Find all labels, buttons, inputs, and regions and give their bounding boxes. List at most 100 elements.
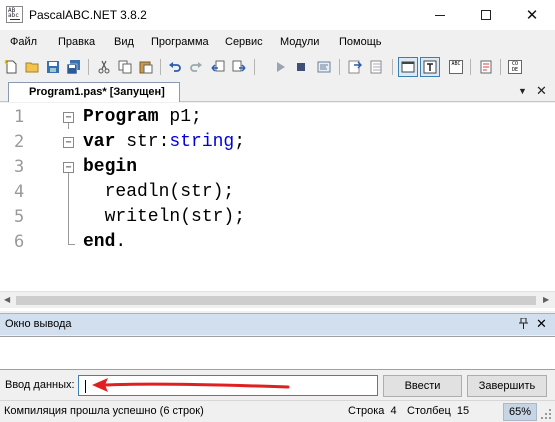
- close-button[interactable]: ✕: [509, 0, 555, 30]
- cursor-row: Строка 4: [348, 405, 397, 417]
- scroll-right-icon[interactable]: ▶: [543, 295, 549, 304]
- fold-guide: [68, 173, 69, 245]
- new-file-button[interactable]: [1, 57, 21, 77]
- document-tab-strip: Program1.pas* [Запущен] •: [0, 80, 555, 177]
- code-line-6: end.: [83, 232, 126, 252]
- code-text: str:: [115, 132, 170, 152]
- fold-collapse-icon[interactable]: −: [63, 112, 74, 123]
- code-text: writeln(str);: [83, 207, 246, 227]
- cut-icon: [98, 60, 110, 74]
- type-keyword: string: [169, 132, 235, 152]
- menu-bar: Файл Правка Вид Программа Сервис Модули …: [0, 30, 555, 54]
- pin-icon[interactable]: [519, 317, 528, 332]
- keyword: var: [83, 132, 116, 152]
- menu-service[interactable]: Сервис: [225, 36, 263, 48]
- debug-step-over-icon: [370, 60, 382, 74]
- code-line-3: begin: [83, 157, 137, 177]
- text-toggle[interactable]: [420, 57, 440, 77]
- debug-step-over-button[interactable]: [367, 57, 387, 77]
- menu-file[interactable]: Файл: [10, 36, 37, 48]
- tab-close-icon[interactable]: ✕: [536, 83, 547, 99]
- window-title: PascalABC.NET 3.8.2: [29, 8, 147, 22]
- input-label: Ввод данных:: [5, 379, 75, 391]
- paste-icon: [139, 61, 153, 74]
- menu-view[interactable]: Вид: [114, 36, 134, 48]
- code-line-4: readln(str);: [83, 182, 235, 202]
- output-panel-title: Окно вывода: [5, 318, 72, 330]
- minimize-icon: [435, 14, 445, 16]
- cut-button[interactable]: [94, 57, 114, 77]
- menu-help[interactable]: Помощь: [339, 36, 382, 48]
- format-icon: [480, 60, 492, 74]
- close-output-icon[interactable]: ✕: [536, 316, 547, 332]
- stop-button[interactable]: [291, 57, 311, 77]
- navigate-back-button[interactable]: [208, 57, 228, 77]
- tab-program1[interactable]: Program1.pas* [Запущен]: [8, 82, 180, 102]
- compile-icon: [317, 61, 331, 73]
- open-button[interactable]: [22, 57, 42, 77]
- toolbar: ABC CO DE: [0, 54, 555, 80]
- redo-button[interactable]: [186, 57, 206, 77]
- compile-button[interactable]: [314, 57, 334, 77]
- save-icon: [47, 61, 59, 73]
- code-button[interactable]: CO DE: [505, 57, 525, 77]
- code-text: .: [115, 232, 127, 252]
- output-window-toggle[interactable]: [398, 57, 418, 77]
- keyword: begin: [83, 157, 138, 177]
- enter-button[interactable]: Ввести: [383, 375, 462, 397]
- copy-icon: [118, 60, 132, 74]
- horizontal-scrollbar[interactable]: ◀ ▶: [0, 291, 555, 308]
- code-line-2: var str:string;: [83, 132, 245, 152]
- code-line-5: writeln(str);: [83, 207, 245, 227]
- keyword: Program: [83, 107, 159, 127]
- app-logo-text-2: abc: [8, 12, 19, 19]
- undo-icon: [169, 62, 181, 72]
- menu-modules[interactable]: Модули: [280, 36, 319, 48]
- cursor-column: Столбец 15: [407, 405, 469, 417]
- title-bar: AB abc PascalABC.NET 3.8.2 ✕: [0, 0, 555, 30]
- menu-edit[interactable]: Правка: [58, 36, 95, 48]
- maximize-button[interactable]: [463, 0, 509, 30]
- run-button[interactable]: [270, 57, 290, 77]
- tab-label: Program1.pas* [Запущен]: [29, 86, 165, 98]
- zoom-level[interactable]: 65%: [503, 403, 537, 421]
- abc-button[interactable]: ABC: [446, 57, 466, 77]
- debug-step-icon: [348, 60, 362, 74]
- line-number: 5: [14, 207, 25, 227]
- text-caret: [85, 380, 86, 393]
- row-label: Строка: [348, 405, 385, 417]
- scroll-left-icon[interactable]: ◀: [4, 295, 10, 304]
- redo-icon: [190, 62, 202, 72]
- save-button[interactable]: [43, 57, 63, 77]
- menu-program[interactable]: Программа: [151, 36, 209, 48]
- undo-button[interactable]: [165, 57, 185, 77]
- minimize-button[interactable]: [417, 0, 463, 30]
- code-text: readln(str);: [83, 182, 235, 202]
- navigate-back-icon: [211, 60, 225, 72]
- fold-collapse-icon[interactable]: −: [63, 137, 74, 148]
- code-editor[interactable]: 1 2 3 4 5 6 − − − Program p1; var str:st…: [0, 103, 555, 311]
- line-number: 6: [14, 232, 25, 252]
- new-file-icon: [4, 60, 17, 74]
- tab-list-dropdown-icon[interactable]: ▼: [518, 86, 527, 96]
- stop-icon: [297, 63, 305, 71]
- maximize-icon: [481, 10, 491, 20]
- navigate-forward-button[interactable]: [229, 57, 249, 77]
- copy-button[interactable]: [115, 57, 135, 77]
- app-logo-icon: AB abc: [6, 6, 23, 23]
- output-window-icon: [401, 61, 415, 73]
- line-number-gutter: 1 2 3 4 5 6: [0, 103, 56, 291]
- scrollbar-thumb[interactable]: [16, 296, 536, 305]
- debug-step-button[interactable]: [345, 57, 365, 77]
- resize-grip-icon[interactable]: [541, 409, 551, 419]
- line-number: 2: [14, 132, 25, 152]
- data-input-field[interactable]: [78, 375, 378, 396]
- code-text: p1;: [158, 107, 202, 127]
- save-all-button[interactable]: [64, 57, 84, 77]
- paste-button[interactable]: [136, 57, 156, 77]
- status-message: Компиляция прошла успешно (6 строк): [4, 405, 204, 417]
- fold-guide: [68, 123, 69, 129]
- fold-collapse-icon[interactable]: −: [63, 162, 74, 173]
- format-button[interactable]: [476, 57, 496, 77]
- finish-button[interactable]: Завершить: [467, 375, 547, 397]
